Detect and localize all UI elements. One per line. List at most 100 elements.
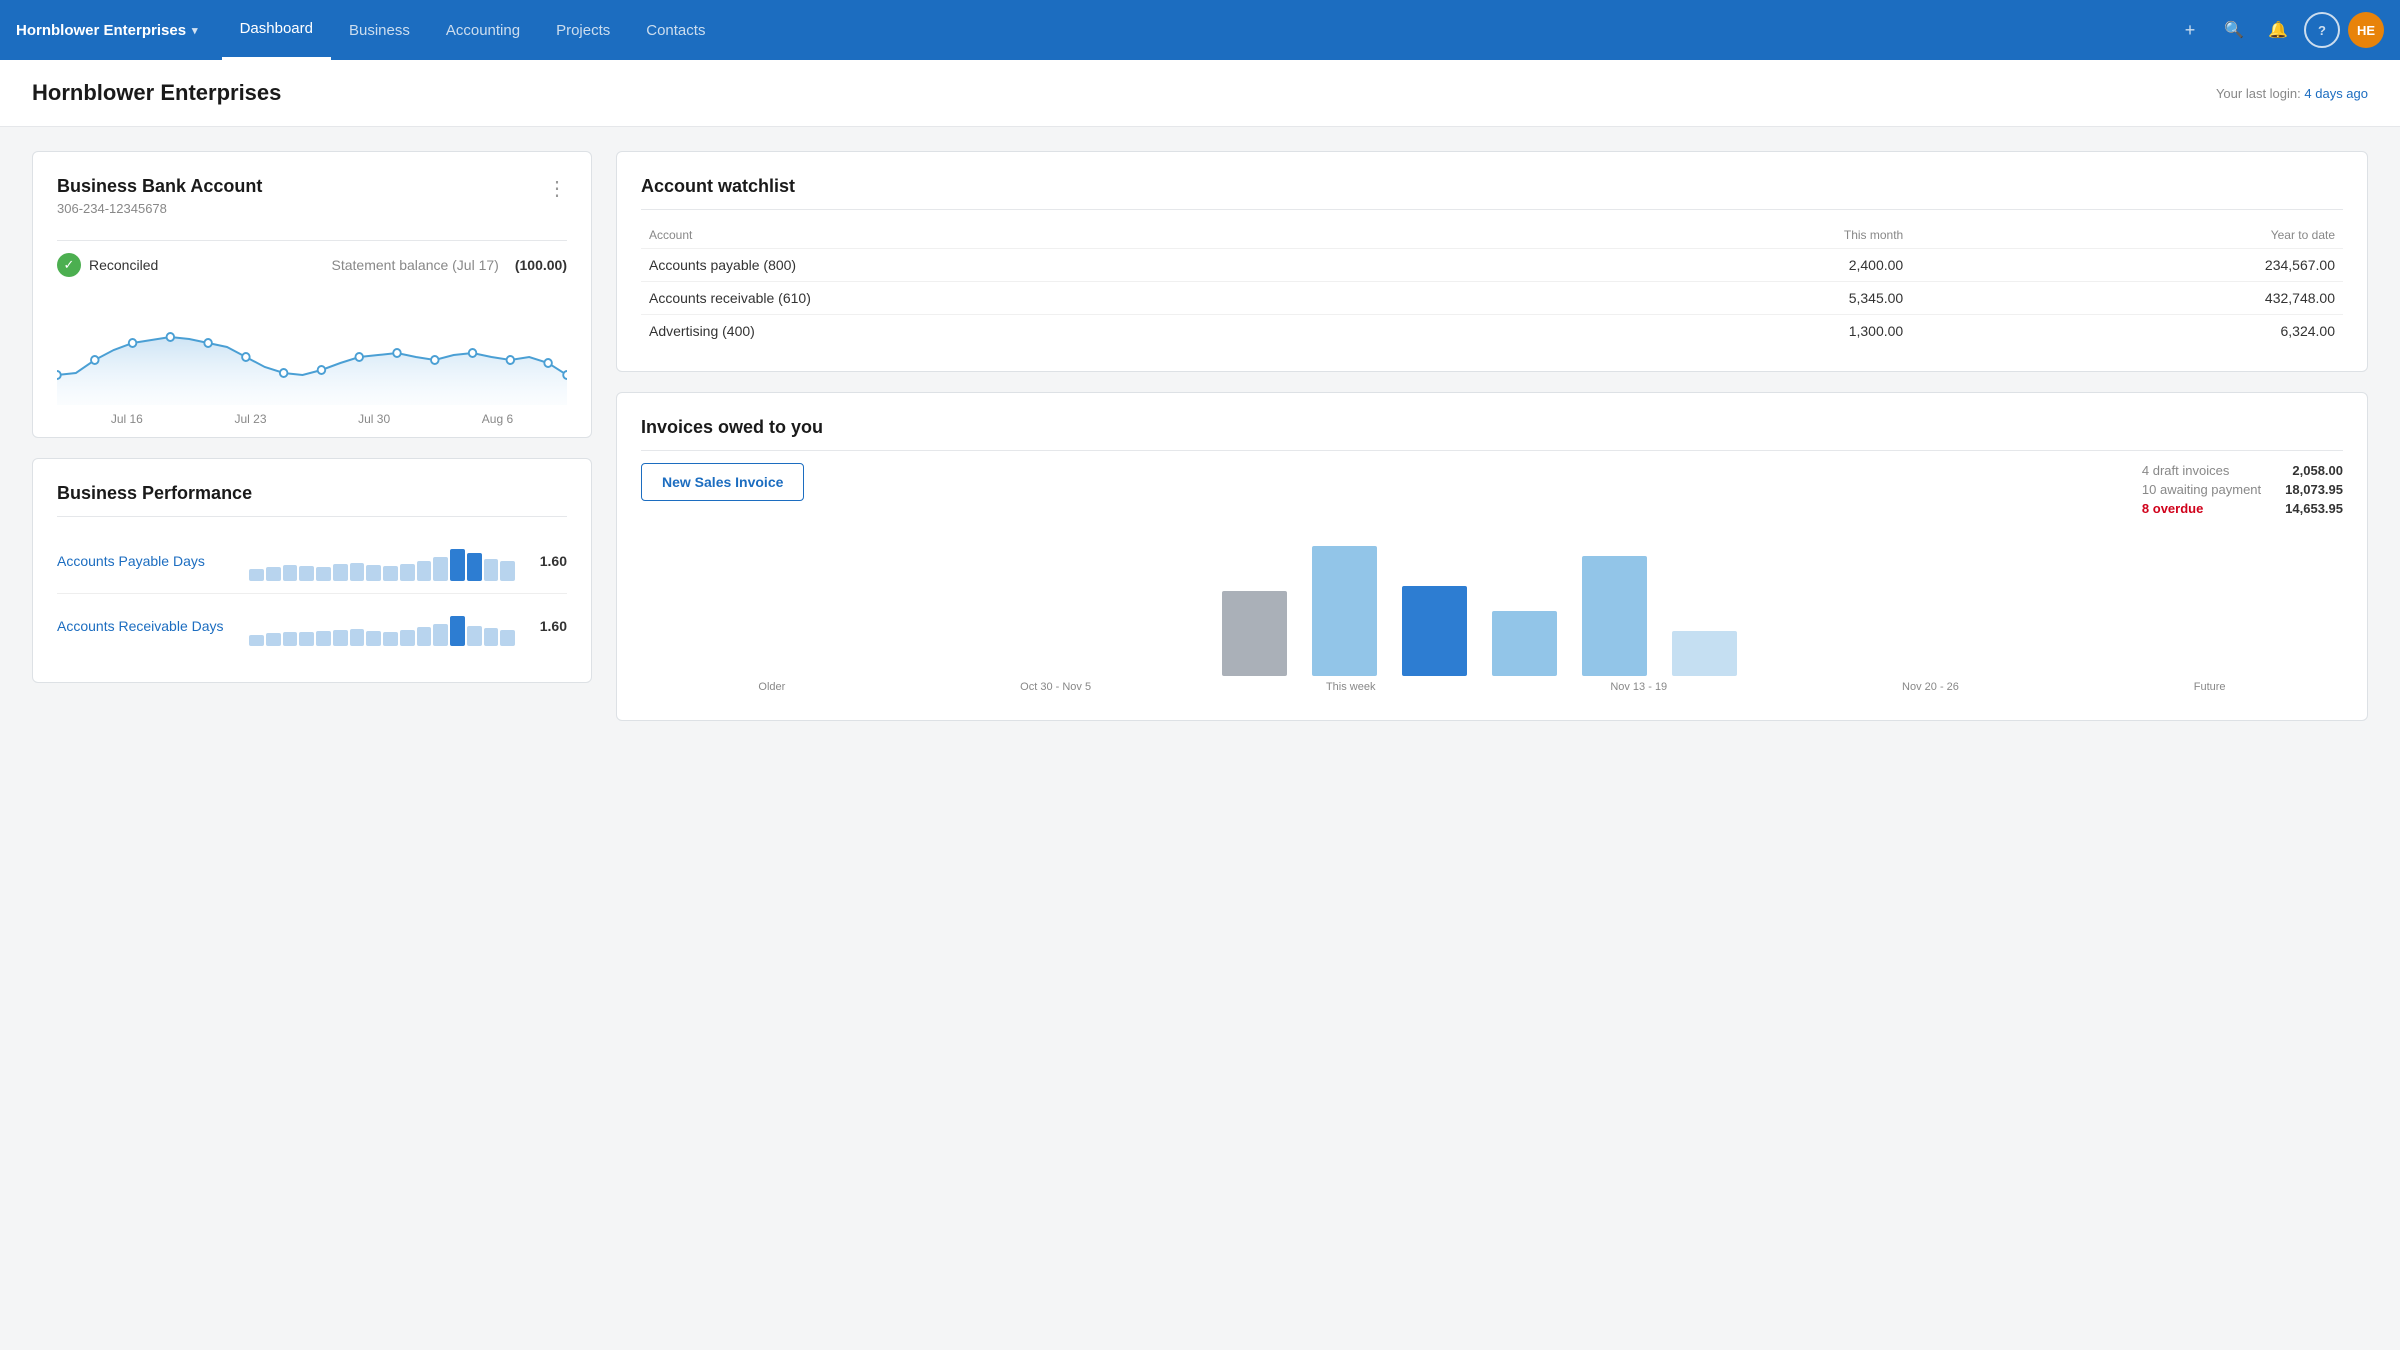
bank-header: Business Bank Account 306-234-12345678 ⋮ xyxy=(57,176,567,228)
ar-bar xyxy=(467,626,482,646)
ar-bar xyxy=(366,631,381,646)
ap-bar xyxy=(316,567,331,581)
notifications-icon[interactable]: 🔔 xyxy=(2260,12,2296,48)
watchlist-ytd-3: 6,324.00 xyxy=(1911,315,2343,348)
ap-bars xyxy=(249,541,515,581)
watchlist-col-thismonth: This month xyxy=(1533,222,1911,249)
new-sales-invoice-button[interactable]: New Sales Invoice xyxy=(641,463,804,501)
nav-bar: Hornblower Enterprises ▾ Dashboard Busin… xyxy=(0,0,2400,60)
bank-menu-icon[interactable]: ⋮ xyxy=(547,176,567,201)
bank-chart: Jul 16 Jul 23 Jul 30 Aug 6 xyxy=(57,285,567,405)
nav-brand-label: Hornblower Enterprises xyxy=(16,22,186,39)
last-login: Your last login: 4 days ago xyxy=(2216,86,2368,101)
ar-bar xyxy=(383,632,398,646)
awaiting-payment-value: 18,073.95 xyxy=(2285,482,2343,497)
performance-title: Business Performance xyxy=(57,483,567,504)
nav-link-business[interactable]: Business xyxy=(331,0,428,60)
watchlist-thismonth-1: 2,400.00 xyxy=(1533,249,1911,282)
watchlist-divider xyxy=(641,209,2343,210)
draft-invoices-label: 4 draft invoices xyxy=(2142,463,2229,478)
ar-bar xyxy=(350,629,365,646)
awaiting-payment-row: 10 awaiting payment 18,073.95 xyxy=(2142,482,2343,497)
bank-account-number: 306-234-12345678 xyxy=(57,201,262,216)
watchlist-header-row: Account This month Year to date xyxy=(641,222,2343,249)
account-watchlist-card: Account watchlist Account This month Yea… xyxy=(616,151,2368,372)
invoice-stats: 4 draft invoices 2,058.00 10 awaiting pa… xyxy=(2142,463,2343,520)
ar-bar xyxy=(249,635,264,646)
nav-link-accounting[interactable]: Accounting xyxy=(428,0,538,60)
search-icon[interactable]: 🔍 xyxy=(2216,12,2252,48)
nav-right: + 🔍 🔔 ? HE xyxy=(2172,12,2384,48)
ar-bar xyxy=(299,632,314,646)
last-login-link[interactable]: 4 days ago xyxy=(2304,86,2368,101)
nav-brand-chevron: ▾ xyxy=(192,24,198,37)
nav-link-projects[interactable]: Projects xyxy=(538,0,628,60)
chart-labels: Jul 16 Jul 23 Jul 30 Aug 6 xyxy=(57,412,567,426)
watchlist-row: Accounts payable (800) 2,400.00 234,567.… xyxy=(641,249,2343,282)
ar-days-value: 1.60 xyxy=(527,618,567,634)
watchlist-ytd-2: 432,748.00 xyxy=(1911,282,2343,315)
ar-bar xyxy=(417,627,432,646)
ap-bar xyxy=(350,563,365,581)
ap-bar xyxy=(383,566,398,581)
watchlist-ytd-1: 234,567.00 xyxy=(1911,249,2343,282)
reconciled-label: Reconciled xyxy=(89,257,158,273)
nav-link-contacts[interactable]: Contacts xyxy=(628,0,723,60)
nav-brand[interactable]: Hornblower Enterprises ▾ xyxy=(16,22,198,39)
ar-bar-highlight xyxy=(450,616,465,646)
ap-bar xyxy=(266,567,281,581)
add-button[interactable]: + xyxy=(2172,12,2208,48)
chart-label-1: Jul 16 xyxy=(111,412,143,426)
page-title: Hornblower Enterprises xyxy=(32,80,281,106)
bank-chart-svg xyxy=(57,285,567,405)
watchlist-account-1: Accounts payable (800) xyxy=(641,249,1533,282)
bank-account-title: Business Bank Account xyxy=(57,176,262,197)
draft-invoices-value: 2,058.00 xyxy=(2292,463,2343,478)
bank-account-info: Business Bank Account 306-234-12345678 xyxy=(57,176,262,228)
ar-bar xyxy=(333,630,348,646)
reconciled-icon: ✓ xyxy=(57,253,81,277)
invoices-divider xyxy=(641,450,2343,451)
watchlist-row: Advertising (400) 1,300.00 6,324.00 xyxy=(641,315,2343,348)
watchlist-table: Account This month Year to date Accounts… xyxy=(641,222,2343,347)
watchlist-account-2: Accounts receivable (610) xyxy=(641,282,1533,315)
bar-label-oct30: Oct 30 - Nov 5 xyxy=(1020,681,1091,693)
bar-nov20 xyxy=(1582,556,1647,676)
ar-bar xyxy=(400,630,415,646)
statement-balance-label: Statement balance (Jul 17) xyxy=(332,257,499,273)
bank-divider xyxy=(57,240,567,241)
ar-bar xyxy=(283,632,298,646)
ap-bar xyxy=(299,566,314,581)
performance-row-ar: Accounts Receivable Days xyxy=(57,594,567,658)
ap-bar xyxy=(400,564,415,581)
nav-link-dashboard[interactable]: Dashboard xyxy=(222,0,331,60)
overdue-value: 14,653.95 xyxy=(2285,501,2343,516)
bar-label-future: Future xyxy=(2194,681,2226,693)
left-column: Business Bank Account 306-234-12345678 ⋮… xyxy=(32,151,592,721)
reconciled-row: ✓ Reconciled Statement balance (Jul 17) … xyxy=(57,253,567,277)
user-avatar[interactable]: HE xyxy=(2348,12,2384,48)
ap-bar xyxy=(283,565,298,581)
bar-label-nov13: Nov 13 - 19 xyxy=(1610,681,1667,693)
bar-oct30 xyxy=(1312,546,1377,676)
bar-older xyxy=(1222,591,1287,676)
chart-label-2: Jul 23 xyxy=(234,412,266,426)
ar-bar xyxy=(266,633,281,646)
page-header: Hornblower Enterprises Your last login: … xyxy=(0,60,2400,127)
bar-future xyxy=(1672,631,1737,676)
ar-days-label[interactable]: Accounts Receivable Days xyxy=(57,618,237,634)
watchlist-col-account: Account xyxy=(641,222,1533,249)
ap-bar xyxy=(500,561,515,581)
bar-label-older: Older xyxy=(758,681,785,693)
ap-days-label[interactable]: Accounts Payable Days xyxy=(57,553,237,569)
bar-label-this-week: This week xyxy=(1326,681,1376,693)
bar-nov13 xyxy=(1492,611,1557,676)
invoices-top: New Sales Invoice 4 draft invoices 2,058… xyxy=(641,463,2343,520)
watchlist-thismonth-2: 5,345.00 xyxy=(1533,282,1911,315)
help-icon[interactable]: ? xyxy=(2304,12,2340,48)
right-column: Account watchlist Account This month Yea… xyxy=(616,151,2368,721)
ar-bar xyxy=(500,630,515,646)
draft-invoices-row: 4 draft invoices 2,058.00 xyxy=(2142,463,2343,478)
ap-bar-highlight xyxy=(450,549,465,581)
overdue-label: 8 overdue xyxy=(2142,501,2203,516)
